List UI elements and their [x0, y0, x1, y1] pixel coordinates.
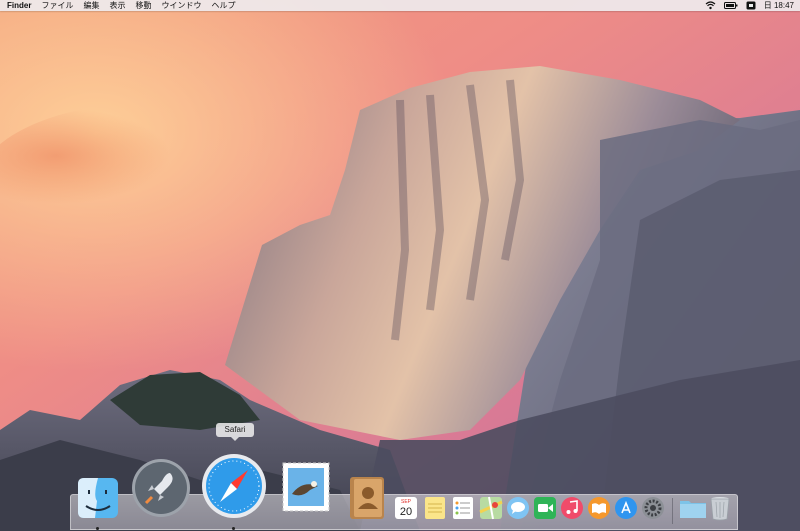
dock-messages[interactable]	[506, 496, 530, 520]
maps-icon	[479, 496, 503, 520]
running-indicator-finder	[96, 527, 99, 530]
dock-mail[interactable]	[280, 460, 332, 514]
dock-itunes[interactable]	[560, 496, 584, 520]
dock-trash[interactable]	[709, 495, 731, 521]
safari-icon	[202, 454, 266, 518]
menu-go[interactable]: 移動	[135, 0, 151, 11]
wifi-icon[interactable]	[705, 0, 716, 11]
dock-launchpad[interactable]	[130, 457, 192, 519]
folder-icon	[680, 501, 706, 518]
mail-stamp-icon	[282, 462, 330, 512]
running-indicator-safari	[232, 527, 235, 530]
menu-bar: Finder ファイル 編集 表示 移動 ウインドウ ヘルプ 日 18:47	[0, 0, 800, 11]
menu-file[interactable]: ファイル	[41, 0, 73, 11]
apple-app-menu-finder[interactable]: Finder	[7, 0, 31, 11]
calendar-day: 20	[400, 506, 412, 518]
dock-maps[interactable]	[479, 496, 503, 520]
input-method-icon[interactable]	[746, 0, 756, 11]
dock-downloads-folder[interactable]	[679, 497, 707, 519]
finder-icon	[78, 478, 118, 518]
desktop-wallpaper	[0, 0, 800, 531]
itunes-icon	[561, 497, 583, 519]
dock-notes[interactable]	[423, 496, 447, 520]
dock-tooltip: Safari	[216, 423, 254, 441]
dock-system-preferences[interactable]	[641, 496, 665, 520]
ibooks-icon	[588, 497, 610, 519]
dock-app-store[interactable]	[614, 496, 638, 520]
dock-reminders[interactable]	[451, 496, 475, 520]
facetime-icon	[534, 497, 556, 519]
launchpad-icon	[132, 459, 190, 517]
dock-safari[interactable]	[200, 452, 268, 520]
menu-view[interactable]: 表示	[109, 0, 125, 11]
calendar-month: SEP	[401, 499, 412, 505]
dock-divider	[672, 498, 673, 524]
menu-window[interactable]: ウインドウ	[161, 0, 201, 11]
battery-icon[interactable]	[723, 0, 738, 11]
notes-icon	[425, 497, 445, 519]
contacts-icon	[350, 477, 384, 519]
menu-help[interactable]: ヘルプ	[211, 0, 235, 11]
messages-icon	[507, 497, 529, 519]
dock-facetime[interactable]	[533, 496, 557, 520]
dock-calendar[interactable]: SEP 20	[394, 496, 418, 520]
reminders-icon	[453, 497, 473, 519]
dock-ibooks[interactable]	[587, 496, 611, 520]
calendar-icon: SEP 20	[395, 497, 417, 519]
gear-icon	[642, 497, 664, 519]
app-store-icon	[615, 497, 637, 519]
trash-icon	[710, 497, 730, 521]
dock-finder[interactable]	[76, 476, 120, 520]
menubar-clock[interactable]: 日 18:47	[764, 0, 794, 11]
menu-edit[interactable]: 編集	[83, 0, 99, 11]
dock-contacts[interactable]	[348, 475, 386, 521]
